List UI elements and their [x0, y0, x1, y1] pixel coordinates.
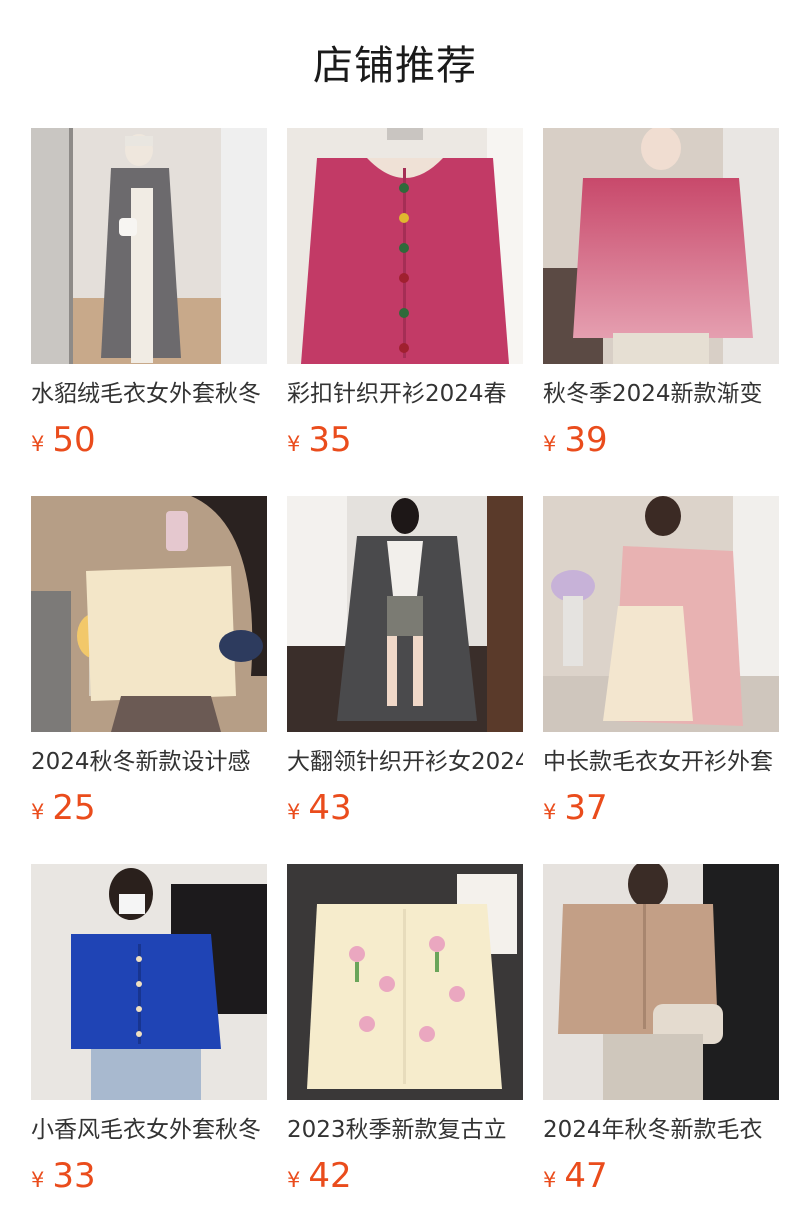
- price-value: 39: [564, 420, 608, 460]
- price: ¥42: [287, 1156, 523, 1196]
- product-card[interactable]: 秋冬季2024新款渐变 ¥39: [543, 128, 779, 496]
- currency-symbol: ¥: [31, 800, 45, 824]
- product-image[interactable]: [287, 496, 523, 732]
- product-title[interactable]: 中长款毛衣女开衫外套: [543, 746, 779, 778]
- product-title[interactable]: 水貂绒毛衣女外套秋冬: [31, 378, 267, 410]
- price: ¥50: [31, 420, 267, 460]
- price-value: 37: [564, 788, 608, 828]
- currency-symbol: ¥: [287, 1168, 301, 1192]
- price: ¥39: [543, 420, 779, 460]
- price-value: 33: [52, 1156, 96, 1196]
- product-title[interactable]: 大翻领针织开衫女2024: [287, 746, 523, 778]
- price: ¥37: [543, 788, 779, 828]
- price-value: 50: [52, 420, 96, 460]
- product-card[interactable]: 小香风毛衣女外套秋冬 ¥33: [31, 864, 267, 1232]
- product-image[interactable]: [287, 864, 523, 1100]
- currency-symbol: ¥: [287, 432, 301, 456]
- product-title[interactable]: 秋冬季2024新款渐变: [543, 378, 779, 410]
- currency-symbol: ¥: [287, 800, 301, 824]
- product-image[interactable]: [543, 496, 779, 732]
- product-image[interactable]: [543, 864, 779, 1100]
- product-card[interactable]: 2024秋冬新款设计感 ¥25: [31, 496, 267, 864]
- currency-symbol: ¥: [31, 1168, 45, 1192]
- product-title[interactable]: 小香风毛衣女外套秋冬: [31, 1114, 267, 1146]
- price-value: 47: [564, 1156, 608, 1196]
- product-title[interactable]: 2024年秋冬新款毛衣: [543, 1114, 779, 1146]
- section-title: 店铺推荐: [313, 43, 477, 89]
- currency-symbol: ¥: [31, 432, 45, 456]
- price-value: 43: [308, 788, 352, 828]
- price: ¥43: [287, 788, 523, 828]
- price-value: 42: [308, 1156, 352, 1196]
- product-title[interactable]: 2023秋季新款复古立: [287, 1114, 523, 1146]
- product-grid: 水貂绒毛衣女外套秋冬 ¥50 彩扣针织开衫2024春 ¥ 35 秋冬季2024新…: [31, 128, 779, 1232]
- product-image[interactable]: [287, 128, 523, 364]
- product-card[interactable]: 2024年秋冬新款毛衣 ¥47: [543, 864, 779, 1232]
- product-card[interactable]: 大翻领针织开衫女2024 ¥43: [287, 496, 523, 864]
- price-value: 35: [308, 420, 352, 460]
- currency-symbol: ¥: [543, 800, 557, 824]
- product-title[interactable]: 2024秋冬新款设计感: [31, 746, 267, 778]
- product-image[interactable]: [543, 128, 779, 364]
- product-card[interactable]: 中长款毛衣女开衫外套 ¥37: [543, 496, 779, 864]
- price: ¥35: [287, 420, 523, 460]
- price-value: 25: [52, 788, 96, 828]
- product-image[interactable]: [31, 864, 267, 1100]
- product-card[interactable]: 彩扣针织开衫2024春 ¥35: [287, 128, 523, 496]
- price: ¥25: [31, 788, 267, 828]
- shop-recommendations-page: 店铺推荐 水貂绒毛衣女外套秋冬 ¥ 50 彩扣针织开衫2024春 ¥ 35 秋冬…: [0, 0, 790, 1232]
- product-title[interactable]: 彩扣针织开衫2024春: [287, 378, 523, 410]
- product-image[interactable]: [31, 496, 267, 732]
- currency-symbol: ¥: [543, 432, 557, 456]
- product-card[interactable]: 水貂绒毛衣女外套秋冬 ¥50: [31, 128, 267, 496]
- price: ¥33: [31, 1156, 267, 1196]
- currency-symbol: ¥: [543, 1168, 557, 1192]
- product-image[interactable]: [31, 128, 267, 364]
- product-card[interactable]: 2023秋季新款复古立 ¥42: [287, 864, 523, 1232]
- price: ¥47: [543, 1156, 779, 1196]
